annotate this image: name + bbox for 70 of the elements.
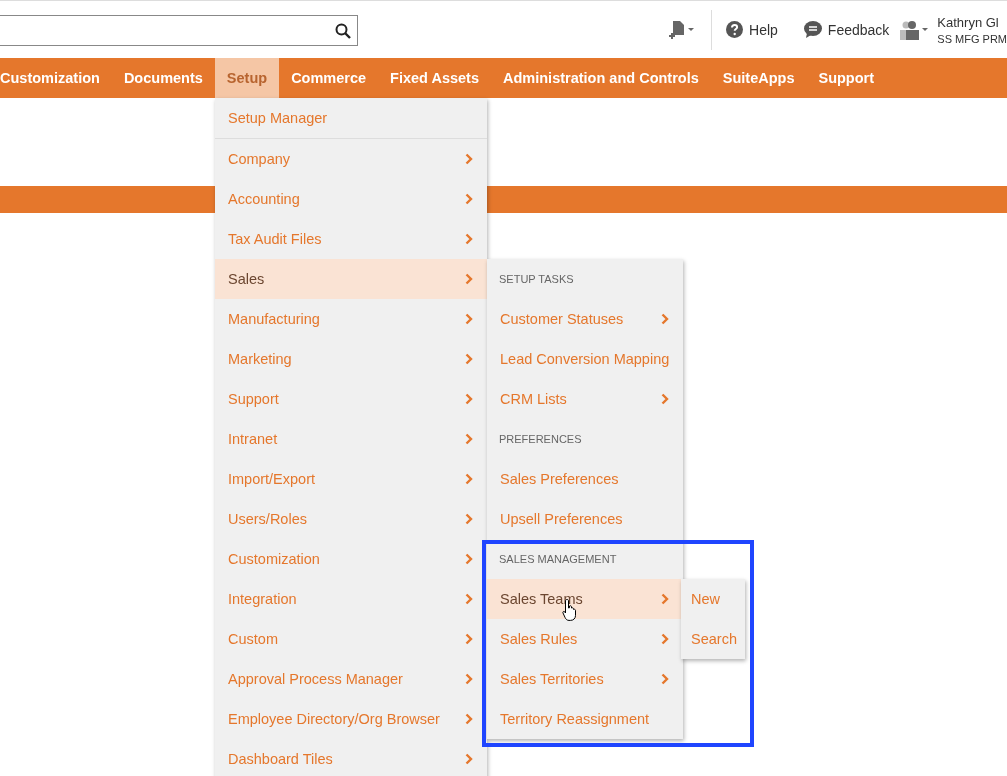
menu-item[interactable]: Support bbox=[215, 379, 487, 419]
menu-item[interactable]: Integration bbox=[215, 579, 487, 619]
user-role: SS MFG PRM bbox=[937, 32, 1007, 45]
help-icon bbox=[726, 21, 744, 38]
chevron-right-icon bbox=[465, 753, 473, 765]
chevron-right-icon bbox=[661, 633, 670, 645]
menu-item[interactable]: Setup Manager bbox=[215, 98, 487, 139]
section-heading: PREFERENCES bbox=[498, 432, 583, 447]
chevron-right-icon bbox=[465, 153, 473, 165]
speech-bubble-icon bbox=[803, 21, 822, 38]
section-heading: SETUP TASKS bbox=[498, 272, 575, 287]
menu-item[interactable]: Sales Teams bbox=[487, 579, 684, 619]
menu-item[interactable]: Company bbox=[215, 139, 487, 179]
nav-tab[interactable]: Customization bbox=[0, 58, 112, 98]
new-document-icon[interactable] bbox=[669, 19, 696, 40]
nav-tab[interactable]: Fixed Assets bbox=[378, 58, 491, 98]
chevron-right-icon bbox=[465, 273, 473, 285]
menu-item[interactable]: Sales bbox=[215, 259, 487, 299]
menu-item[interactable]: Import/Export bbox=[215, 459, 487, 499]
chevron-right-icon bbox=[465, 473, 473, 485]
menu-item[interactable]: Customer Statuses bbox=[487, 299, 684, 339]
chevron-right-icon bbox=[661, 593, 670, 605]
chevron-right-icon bbox=[661, 313, 670, 325]
section-heading: SALES MANAGEMENT bbox=[498, 552, 618, 567]
chevron-right-icon bbox=[465, 593, 473, 605]
menu-item[interactable]: Marketing bbox=[215, 339, 487, 379]
chevron-right-icon bbox=[465, 313, 473, 325]
nav-tab[interactable]: Commerce bbox=[279, 58, 379, 98]
menu-item[interactable]: Tax Audit Files bbox=[215, 219, 487, 259]
menu-item[interactable]: Sales Preferences bbox=[487, 459, 684, 499]
menu-item[interactable]: New bbox=[681, 579, 745, 619]
menu-item[interactable]: CRM Lists bbox=[487, 379, 684, 419]
menu-item[interactable]: Employee Directory/Org Browser bbox=[215, 699, 487, 739]
chevron-right-icon bbox=[465, 393, 473, 405]
nav-tab[interactable]: SuiteApps bbox=[710, 58, 807, 98]
menu-item[interactable]: Dashboard Tiles bbox=[215, 739, 487, 776]
menu-item[interactable]: Lead Conversion Mapping bbox=[487, 339, 684, 379]
chevron-right-icon bbox=[465, 673, 473, 685]
chevron-right-icon bbox=[465, 353, 473, 365]
help-link[interactable]: Help bbox=[726, 21, 778, 38]
feedback-link[interactable]: Feedback bbox=[803, 21, 890, 38]
menu-item[interactable]: Territory Reassignment bbox=[487, 699, 684, 739]
menu-item[interactable]: Sales Territories bbox=[487, 659, 684, 699]
users-icon[interactable] bbox=[899, 19, 930, 40]
nav-tab[interactable]: Administration and Controls bbox=[491, 58, 711, 98]
menu-item[interactable]: Upsell Preferences bbox=[487, 499, 684, 539]
menu-item[interactable]: Custom bbox=[215, 619, 487, 659]
nav-tab[interactable]: Documents bbox=[111, 58, 215, 98]
chevron-right-icon bbox=[465, 713, 473, 725]
menu-item[interactable]: Customization bbox=[215, 539, 487, 579]
chevron-right-icon bbox=[465, 633, 473, 645]
chevron-right-icon bbox=[661, 673, 670, 685]
search-field[interactable] bbox=[0, 15, 358, 46]
menu-item[interactable]: Manufacturing bbox=[215, 299, 487, 339]
menu-item[interactable]: Sales Rules bbox=[487, 619, 684, 659]
chevron-right-icon bbox=[465, 513, 473, 525]
menu-item[interactable]: Search bbox=[681, 619, 745, 659]
menu-item[interactable]: Approval Process Manager bbox=[215, 659, 487, 699]
chevron-right-icon bbox=[465, 193, 473, 205]
chevron-right-icon bbox=[661, 393, 670, 405]
nav-tab[interactable]: Support bbox=[806, 58, 887, 98]
chevron-right-icon bbox=[465, 553, 473, 565]
search-icon[interactable] bbox=[335, 22, 351, 39]
chevron-right-icon bbox=[465, 433, 473, 445]
menu-item[interactable]: Intranet bbox=[215, 419, 487, 459]
user-name: Kathryn Gl bbox=[937, 14, 1000, 30]
chevron-right-icon bbox=[465, 233, 473, 245]
nav-tab[interactable]: Setup bbox=[214, 58, 280, 98]
menu-item[interactable]: Accounting bbox=[215, 179, 487, 219]
menu-item[interactable]: Users/Roles bbox=[215, 499, 487, 539]
